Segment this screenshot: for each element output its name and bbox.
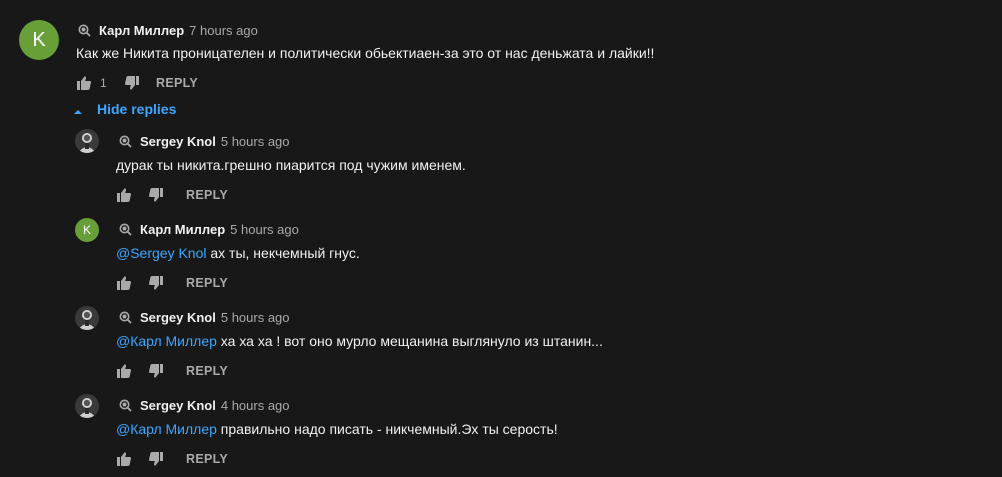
comment-author[interactable]: Карл Миллер	[99, 23, 184, 38]
reply-button[interactable]: REPLY	[186, 188, 228, 202]
thumbs-down-icon[interactable]	[148, 275, 164, 291]
thumbs-up-icon[interactable]	[116, 363, 132, 379]
comment-header: Sergey Knol 4 hours ago	[119, 396, 290, 414]
caret-up-icon	[73, 104, 83, 114]
user-photo-icon	[75, 394, 99, 418]
reply-button[interactable]: REPLY	[156, 76, 198, 90]
comment-actions: REPLY	[116, 186, 228, 204]
comment-text: Как же Никита проницателен и политически…	[76, 45, 655, 61]
comment-text-body: ха ха ха ! вот оно мурло мещанина выглян…	[216, 333, 603, 349]
thumbs-down-icon[interactable]	[148, 187, 164, 203]
user-photo-icon	[75, 306, 99, 330]
comment-time[interactable]: 5 hours ago	[221, 134, 290, 149]
thumbs-down-icon[interactable]	[124, 75, 140, 91]
comment-actions: 1 REPLY	[76, 74, 198, 92]
search-icon	[119, 311, 132, 324]
hide-replies-button[interactable]: Hide replies	[73, 101, 176, 117]
comment-actions: REPLY	[116, 362, 228, 380]
comment-header: Карл Миллер 5 hours ago	[119, 220, 299, 238]
comment-author[interactable]: Sergey Knol	[140, 310, 216, 325]
comment-text: @Карл Миллер правильно надо писать - ник…	[116, 421, 558, 437]
comment-text: @Карл Миллер ха ха ха ! вот оно мурло ме…	[116, 333, 603, 349]
mention-link[interactable]: @Карл Миллер	[116, 421, 217, 437]
avatar-letter: K	[82, 223, 91, 237]
comment-header: Sergey Knol 5 hours ago	[119, 308, 290, 326]
comment-time[interactable]: 5 hours ago	[221, 310, 290, 325]
reply-button[interactable]: REPLY	[186, 276, 228, 290]
reply-button[interactable]: REPLY	[186, 364, 228, 378]
avatar[interactable]: K	[75, 218, 99, 242]
avatar[interactable]: K	[19, 20, 59, 60]
comment-time[interactable]: 5 hours ago	[230, 222, 299, 237]
comment-text-body: правильно надо писать - никчемный.Эх ты …	[216, 421, 558, 437]
comment-author[interactable]: Карл Миллер	[140, 222, 225, 237]
avatar[interactable]	[75, 129, 99, 153]
comments-section: K Карл Миллер 7 hours ago Как же Никита …	[0, 0, 1002, 477]
avatar-letter: K	[32, 28, 46, 51]
thumbs-up-icon[interactable]	[116, 187, 132, 203]
comment-text: @Sergey Knol ах ты, некчемный гнус.	[116, 245, 360, 261]
comment-time[interactable]: 4 hours ago	[221, 398, 290, 413]
thumbs-up-icon[interactable]	[76, 75, 92, 91]
thumbs-down-icon[interactable]	[148, 363, 164, 379]
like-count: 1	[100, 76, 107, 90]
user-photo-icon	[75, 129, 99, 153]
comment-actions: REPLY	[116, 450, 228, 468]
search-icon	[119, 223, 132, 236]
mention-link[interactable]: @Sergey Knol	[116, 245, 206, 261]
comment-text-body: дурак ты никита.грешно пиарится под чужи…	[116, 157, 466, 173]
comment-actions: REPLY	[116, 274, 228, 292]
comment-author[interactable]: Sergey Knol	[140, 134, 216, 149]
comment-author[interactable]: Sergey Knol	[140, 398, 216, 413]
search-icon	[119, 399, 132, 412]
thumbs-down-icon[interactable]	[148, 451, 164, 467]
avatar[interactable]	[75, 306, 99, 330]
avatar[interactable]	[75, 394, 99, 418]
search-icon	[119, 135, 132, 148]
thumbs-up-icon[interactable]	[116, 451, 132, 467]
comment-text-body: ах ты, некчемный гнус.	[206, 245, 360, 261]
comment-header: Карл Миллер 7 hours ago	[78, 21, 258, 39]
hide-replies-label: Hide replies	[97, 101, 177, 117]
reply-button[interactable]: REPLY	[186, 452, 228, 466]
search-icon	[78, 24, 91, 37]
comment-header: Sergey Knol 5 hours ago	[119, 132, 290, 150]
thumbs-up-icon[interactable]	[116, 275, 132, 291]
mention-link[interactable]: @Карл Миллер	[116, 333, 217, 349]
comment-text: дурак ты никита.грешно пиарится под чужи…	[116, 157, 466, 173]
comment-time[interactable]: 7 hours ago	[189, 23, 258, 38]
